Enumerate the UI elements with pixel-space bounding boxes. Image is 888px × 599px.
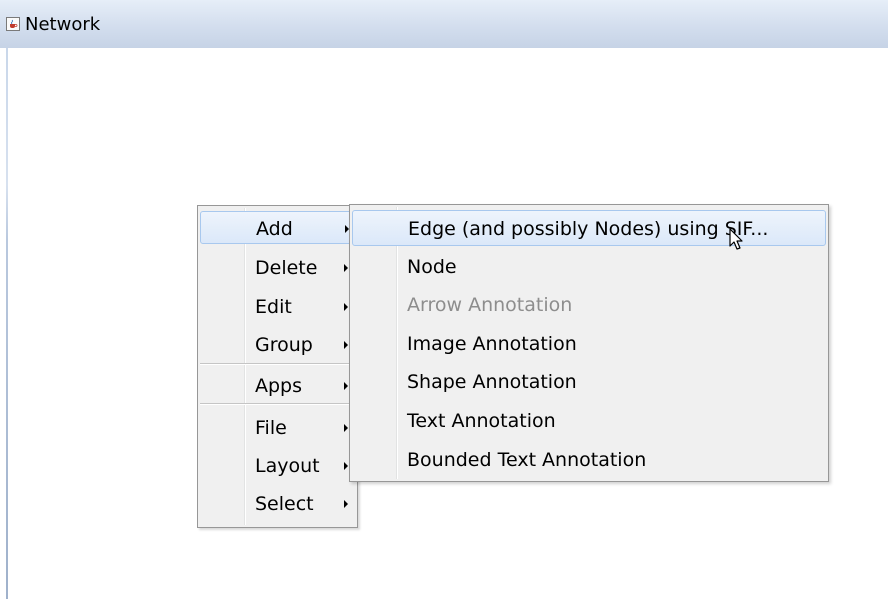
add-submenu: Edge (and possibly Nodes) using SIF... N…: [349, 204, 829, 482]
menu-separator: [200, 363, 355, 365]
menu-separator: [200, 403, 355, 405]
menu-item-label: Apps: [255, 375, 303, 397]
menu-item-label: Add: [256, 218, 293, 240]
submenu-item-shape-annotation[interactable]: Shape Annotation: [352, 364, 826, 400]
submenu-arrow-icon: [344, 500, 348, 508]
context-menu: Add Delete Edit Group Apps File Layout S…: [197, 205, 358, 528]
submenu-arrow-icon: [344, 341, 348, 349]
menu-item-apps[interactable]: Apps: [200, 369, 355, 402]
submenu-item-label: Image Annotation: [407, 333, 577, 355]
menu-item-label: Delete: [255, 257, 318, 279]
menu-item-delete[interactable]: Delete: [200, 251, 355, 284]
submenu-item-bounded-text-annotation[interactable]: Bounded Text Annotation: [352, 442, 826, 478]
submenu-item-label: Edge (and possibly Nodes) using SIF...: [408, 218, 769, 240]
arrow-cursor-icon: [729, 228, 745, 256]
submenu-item-label: Node: [407, 256, 457, 278]
menu-item-file[interactable]: File: [200, 411, 355, 444]
menu-item-label: Select: [255, 493, 314, 515]
menu-item-select[interactable]: Select: [200, 487, 355, 520]
submenu-arrow-icon: [344, 424, 348, 432]
submenu-arrow-icon: [344, 462, 348, 470]
submenu-item-label: Arrow Annotation: [407, 294, 573, 316]
menu-item-add[interactable]: Add: [200, 211, 355, 244]
submenu-arrow-icon: [344, 264, 348, 272]
menu-item-label: Group: [255, 334, 313, 356]
java-cup-icon: [6, 17, 20, 31]
menu-item-label: File: [255, 417, 287, 439]
menu-item-layout[interactable]: Layout: [200, 449, 355, 482]
submenu-item-arrow-annotation: Arrow Annotation: [352, 287, 826, 323]
window-title-bar[interactable]: Network: [0, 0, 888, 48]
submenu-item-label: Text Annotation: [407, 410, 556, 432]
submenu-item-label: Shape Annotation: [407, 371, 577, 393]
submenu-item-label: Bounded Text Annotation: [407, 449, 647, 471]
menu-item-edit[interactable]: Edit: [200, 290, 355, 323]
submenu-item-edge-sif[interactable]: Edge (and possibly Nodes) using SIF...: [352, 210, 826, 246]
submenu-arrow-icon: [344, 382, 348, 390]
menu-item-label: Edit: [255, 296, 292, 318]
submenu-item-text-annotation[interactable]: Text Annotation: [352, 403, 826, 439]
menu-item-label: Layout: [255, 455, 320, 477]
menu-item-group[interactable]: Group: [200, 328, 355, 361]
window-title: Network: [25, 14, 101, 35]
submenu-item-image-annotation[interactable]: Image Annotation: [352, 326, 826, 362]
submenu-item-node[interactable]: Node: [352, 249, 826, 285]
submenu-arrow-icon: [344, 303, 348, 311]
